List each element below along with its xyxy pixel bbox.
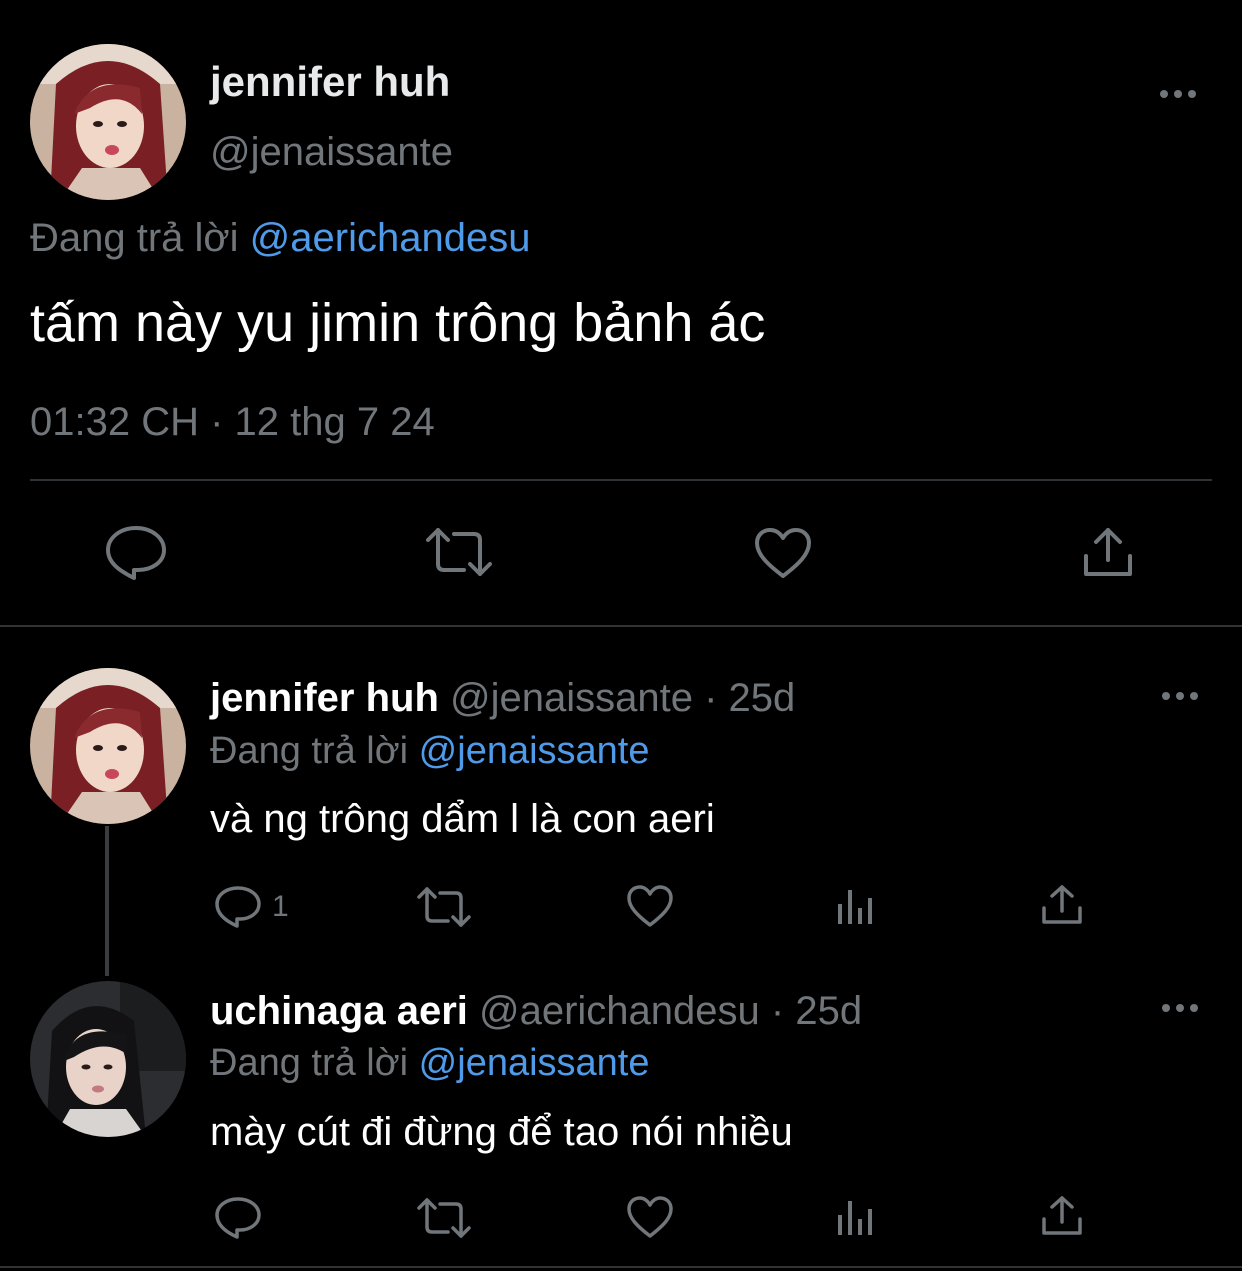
more-horizontal-icon[interactable]	[1158, 996, 1202, 1020]
retweet-icon[interactable]	[424, 526, 494, 578]
share-icon[interactable]	[1040, 884, 1084, 926]
main-author-avatar[interactable]	[30, 44, 186, 200]
views-chart-icon[interactable]	[836, 886, 876, 926]
replying-to-line: Đang trả lời @aerichandesu	[30, 216, 530, 261]
share-icon[interactable]	[1040, 1195, 1084, 1237]
views-chart-icon[interactable]	[836, 1197, 876, 1237]
reply1-author-handle[interactable]: @jenaissante	[450, 676, 693, 720]
reply2-header: uchinaga aeri @aerichandesu · 25d	[210, 989, 862, 1034]
main-tweet-timestamp[interactable]: 01:32 CH · 12 thg 7 24	[30, 400, 435, 445]
reply2-author-avatar[interactable]	[30, 981, 186, 1137]
like-icon[interactable]	[753, 526, 813, 580]
replying-to-mention[interactable]: @jenaissante	[419, 1042, 650, 1084]
replying-label: Đang trả lời	[210, 730, 409, 772]
replying-to-mention[interactable]: @aerichandesu	[250, 216, 531, 260]
avatar-photo-icon	[30, 981, 186, 1137]
divider	[0, 625, 1242, 627]
reply2-author-name[interactable]: uchinaga aeri	[210, 989, 468, 1033]
share-icon[interactable]	[1080, 526, 1136, 580]
main-author-handle[interactable]: @jenaissante	[210, 130, 453, 175]
thread-connector-line	[105, 826, 109, 976]
main-author-name[interactable]: jennifer huh	[210, 58, 450, 106]
avatar-photo-icon	[30, 44, 186, 200]
reply-icon[interactable]	[104, 524, 168, 582]
retweet-icon[interactable]	[416, 1197, 472, 1239]
reply1-replying-to-line: Đang trả lời @jenaissante	[210, 730, 650, 773]
more-horizontal-icon[interactable]	[1158, 684, 1202, 708]
reply-icon[interactable]	[214, 1196, 262, 1240]
reply1-author-name[interactable]: jennifer huh	[210, 676, 439, 720]
divider	[0, 1266, 1242, 1268]
more-horizontal-icon[interactable]	[1156, 82, 1200, 106]
reply2-replying-to-line: Đang trả lời @jenaissante	[210, 1042, 650, 1085]
like-icon[interactable]	[626, 1195, 674, 1239]
reply1-text: và ng trông dẩm l là con aeri	[210, 797, 715, 841]
reply2-author-handle[interactable]: @aerichandesu	[479, 989, 760, 1033]
replying-to-mention[interactable]: @jenaissante	[419, 730, 650, 772]
reply2-time[interactable]: · 25d	[771, 989, 862, 1033]
reply-icon[interactable]	[214, 885, 262, 929]
replying-label: Đang trả lời	[210, 1042, 409, 1084]
like-icon[interactable]	[626, 884, 674, 928]
replying-label: Đang trả lời	[30, 216, 239, 260]
reply1-time[interactable]: · 25d	[704, 676, 795, 720]
reply1-author-avatar[interactable]	[30, 668, 186, 824]
reply1-header: jennifer huh @jenaissante · 25d	[210, 676, 795, 721]
retweet-icon[interactable]	[416, 886, 472, 928]
main-tweet-text: tấm này yu jimin trông bảnh ác	[30, 293, 766, 353]
reply2-text: mày cút đi đừng để tao nói nhiều	[210, 1110, 793, 1154]
divider	[30, 479, 1212, 481]
reply1-reply-count: 1	[272, 890, 289, 923]
avatar-photo-icon	[30, 668, 186, 824]
